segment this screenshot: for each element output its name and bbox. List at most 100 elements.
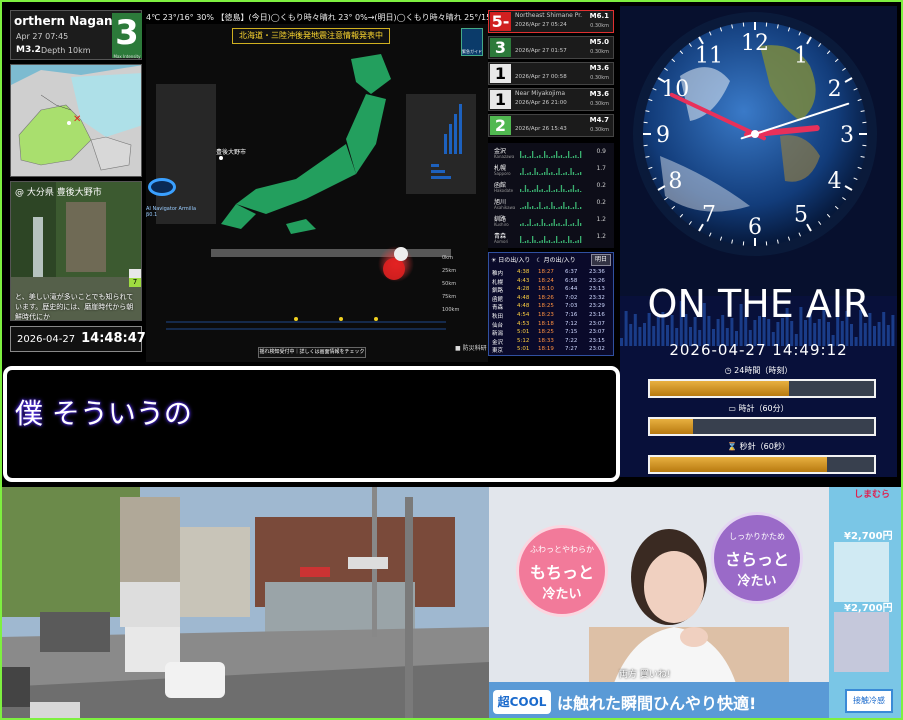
ai-navigator-label: AI Navigator Armilla β0.1 [146,206,197,218]
sun-table-row: 仙台 4:53 18:18 7:12 23:07 [492,321,614,329]
live-camera-thumbnail[interactable]: @ 大分県 豊後大野市 7 と、美しい滝が多いことでも知られています。歴史的には… [10,181,142,321]
sun-table-row: 稚内 4:38 18:27 6:37 23:36 [492,269,614,277]
clock-number: 12 [741,31,769,56]
sunset-time: 18:19 [538,346,554,353]
eq-list-intensity: 5- [490,12,511,31]
moonset-time: 23:36 [589,269,605,275]
moonset-time: 23:29 [589,303,605,310]
moonset-time: 23:15 [589,337,605,344]
observation-value: 1.2 [596,216,606,223]
moonset-time: 23:07 [589,320,605,327]
svg-text:✕: ✕ [73,114,81,125]
sun-table-row: 函館 4:48 18:26 7:02 23:32 [492,295,614,303]
epicenter-minimap: ✕ [10,64,142,177]
waveform-graphic [520,202,582,209]
sunset-time: 18:33 [538,337,554,344]
sun-city: 稚内 [492,271,504,277]
sunset-time: 18:18 [538,320,554,327]
sun-city: 釧路 [492,288,504,295]
eq-list-place: Northeast Shimane Pr. [515,12,583,19]
progress-bar-hour [648,417,876,436]
observation-roman: Sapporo [494,171,511,176]
eq-list-row[interactable]: 3 2026/Apr 27 01:57 M5.0 0.30km [488,36,614,59]
eq-list-date: 2026/Apr 27 01:57 [515,48,567,54]
progress-label-hour: ▭ 時計（60分） [728,404,789,413]
eq-list-place: Near Miyakojima [515,90,566,97]
waveform-graphic [520,219,582,226]
eq-list-date: 2026/Apr 26 21:00 [515,100,567,106]
tomorrow-button[interactable]: 明日 [591,254,611,266]
observation-row: 金沢 Kanazawa 0.9 [488,146,614,161]
sun-table-row: 金沢 5:12 18:33 7:22 23:15 [492,338,614,346]
price-1: ¥2,700円 [844,531,893,542]
price-2: ¥2,700円 [844,603,893,614]
aftershock-warning-banner: 北海道・三陸沖後発地震注意情報発表中 [232,28,390,44]
bousai-label: ■ 防災科研 [455,345,487,352]
observation-roman: Aomori [494,239,509,244]
eq-list-row[interactable]: 2 2026/Apr 26 15:43 M4.7 0.30km [488,114,614,137]
sunrise-time: 4:43 [517,277,530,284]
waveform-graphic [520,236,582,243]
sunrise-time: 5:01 [517,346,530,353]
sunrise-sunset-table: ☀ 日の出/入り ☾ 月の出/入り 明日 稚内 4:38 18:27 6:37 23:3… [488,252,614,356]
camera-location: @ 大分県 豊後大野市 [15,188,102,198]
minimap-graphic: ✕ [11,65,141,176]
moonrise-time: 7:12 [565,320,578,327]
sun-city: 秋田 [492,314,504,320]
ai-navigator-eye-icon [148,178,176,196]
moonrise-time: 7:27 [565,346,578,353]
eq-list-depth: 0.30km [590,127,609,133]
eq-place: orthern Nagano [14,14,121,28]
observation-value: 0.2 [596,182,606,189]
camera-caption: と、美しい滝が多いことでも知られています。歴史的には、磨崖時代から朝鮮時代にか [15,293,134,321]
eq-list-depth: 0.30km [590,49,609,55]
sunrise-time: 5:12 [517,337,530,344]
sunset-time: 18:25 [538,329,554,336]
on-the-air-title: ON THE AIR [647,282,870,326]
eq-list-depth: 0.30km [590,23,609,29]
eq-depth: Depth 10km [41,46,91,55]
cooling-tag: 接触冷感 [845,689,893,713]
eq-magnitude: M3.2 [16,45,41,55]
eq-list-depth: 0.30km [590,75,609,81]
commercial-video[interactable]: ふわっとやわらか もちっと 冷たい しっかりかため さらっと 冷たい 両方 買い… [489,487,903,720]
small-clock-time: 14:48:47 [81,331,146,346]
subtitle-box: 僕 そういうの [3,366,620,482]
sunset-time: 18:26 [538,294,554,301]
waveform-graphic [520,151,582,158]
eq-intensity-badge: 3 [112,13,142,58]
depth-scale: 0km 25km 50km 75km 100km [442,255,460,313]
moonset-time: 23:07 [589,329,605,336]
japan-3d-map[interactable]: 豊後大野市 0km 25km 50km 75km 100km [146,24,488,362]
small-clock: 2026-04-27 14:48:47 [10,326,146,352]
shake-detection-button[interactable]: 揺れ検知受付中｜詳しくは画面情報をチェック [258,347,366,358]
sun-header: ☀ 日の出/入り ☾ 月の出/入り [491,257,576,264]
eq-list-depth: 0.30km [590,101,609,107]
emergency-guide-icon[interactable]: 緊急ガイド [461,28,483,56]
eq-list-date: 2026/Apr 27 05:24 [515,22,567,28]
sunset-time: 18:27 [538,269,554,275]
street-live-camera[interactable] [0,487,489,720]
moonrise-time: 6:37 [565,269,578,275]
clock-number: 5 [794,203,808,228]
sunset-time: 18:25 [538,303,554,310]
sun-city: 青森 [492,305,504,312]
moonset-time: 23:32 [589,294,605,301]
moonrise-time: 6:58 [565,277,578,284]
sun-city: 東京 [492,348,504,355]
observation-row: 札幌 Sapporo 1.7 [488,163,614,178]
sun-city: 新潟 [492,331,504,338]
progress-fill-day [650,381,789,396]
eq-list-intensity: 3 [490,38,511,57]
clock-number: 6 [748,215,762,240]
moonrise-time: 7:15 [565,329,578,336]
sun-table-row: 青森 4:48 18:25 7:03 23:29 [492,303,614,311]
eq-list-row[interactable]: 5- Northeast Shimane Pr. 2026/Apr 27 05:24… [488,10,614,33]
earthquake-info-card: orthern Nagano Apr 27 07:45 M3.2 Depth 1… [10,10,142,60]
eq-list-row[interactable]: 1 2026/Apr 27 00:58 M3.6 0.30km [488,62,614,85]
subtitle-text: 僕 そういうの [15,397,192,430]
eq-date: Apr 27 07:45 [16,32,69,41]
eq-list-row[interactable]: 1 Near Miyakojima 2026/Apr 26 21:00 M3.6 0.3… [488,88,614,111]
sunrise-time: 4:28 [517,286,530,293]
sunset-time: 18:24 [538,277,554,284]
